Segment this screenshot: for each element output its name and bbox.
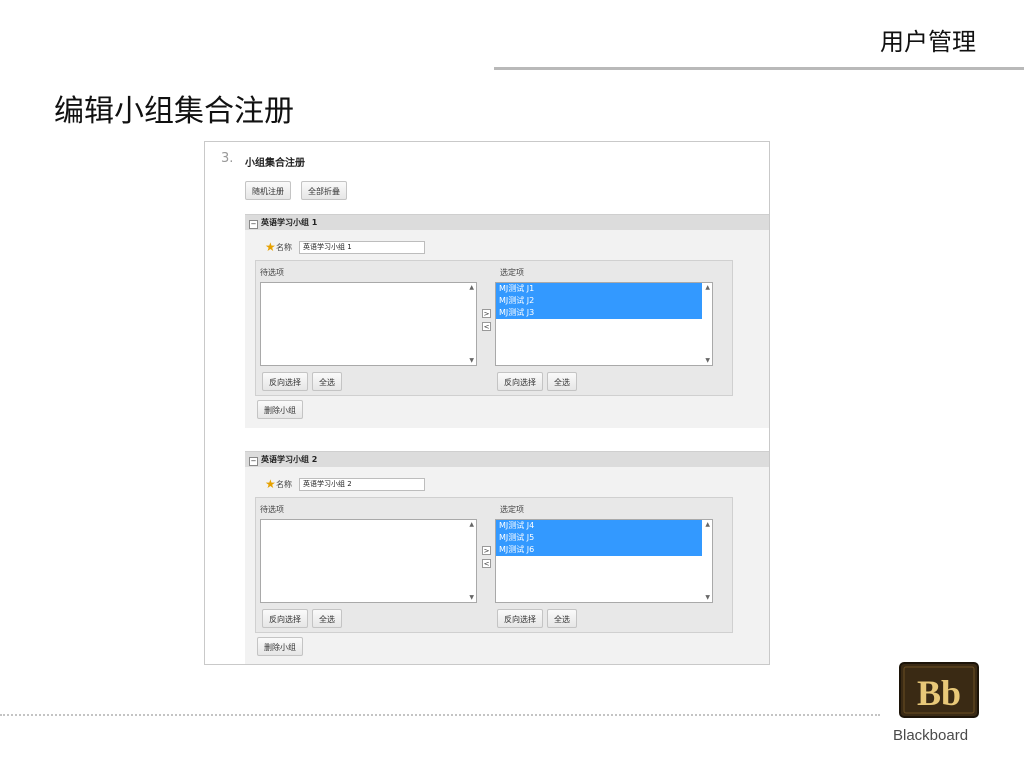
group-2-title: 英语学习小组 2 xyxy=(261,455,318,464)
group-enrollment-panel: 3. 小组集合注册 随机注册 全部折叠 −英语学习小组 1 ★ 名称 待选项 选… xyxy=(204,141,770,665)
slide-header: 用户管理 xyxy=(880,28,976,56)
collapse-all-button[interactable]: 全部折叠 xyxy=(301,181,347,200)
selected-listbox[interactable]: MJ测试 J4 MJ测试 J5 MJ测试 J6 ▲ ▼ xyxy=(495,519,713,603)
group-1-member-picker: 待选项 选定项 ▲ ▼ > < MJ测试 J1 MJ测试 J2 MJ测试 J3 … xyxy=(255,260,733,396)
available-invert-button[interactable]: 反向选择 xyxy=(262,372,308,391)
collapse-toggle-icon[interactable]: − xyxy=(249,220,258,229)
required-star-icon: ★ xyxy=(265,240,276,254)
svg-text:Bb: Bb xyxy=(917,673,961,713)
selected-option[interactable]: MJ测试 J1 xyxy=(496,283,702,295)
delete-group-2-button[interactable]: 删除小组 xyxy=(257,637,303,656)
available-select-all-button[interactable]: 全选 xyxy=(312,609,342,628)
group-2-member-picker: 待选项 选定项 ▲ ▼ > < MJ测试 J4 MJ测试 J5 MJ测试 J6 … xyxy=(255,497,733,633)
available-select-all-button[interactable]: 全选 xyxy=(312,372,342,391)
slide-title: 编辑小组集合注册 xyxy=(54,94,294,129)
available-listbox[interactable]: ▲ ▼ xyxy=(260,282,477,366)
group-2-name-label: 名称 xyxy=(276,480,292,489)
available-label: 待选项 xyxy=(260,505,284,514)
group-2-name-input[interactable] xyxy=(299,478,425,491)
required-star-icon: ★ xyxy=(265,477,276,491)
step-number: 3. xyxy=(221,151,234,166)
header-rule xyxy=(494,67,1024,70)
move-right-button[interactable]: > xyxy=(482,309,491,318)
delete-group-1-button[interactable]: 删除小组 xyxy=(257,400,303,419)
brand-wordmark: Blackboard xyxy=(893,727,969,744)
available-label: 待选项 xyxy=(260,268,284,277)
selected-option[interactable]: MJ测试 J4 xyxy=(496,520,702,532)
blackboard-logo-icon: Bb xyxy=(899,662,979,718)
selected-invert-button[interactable]: 反向选择 xyxy=(497,372,543,391)
available-listbox[interactable]: ▲ ▼ xyxy=(260,519,477,603)
collapse-toggle-icon[interactable]: − xyxy=(249,457,258,466)
group-2-header[interactable]: − 英语学习小组 2 xyxy=(245,451,769,467)
selected-listbox[interactable]: MJ测试 J1 MJ测试 J2 MJ测试 J3 ▲ ▼ xyxy=(495,282,713,366)
selected-option[interactable]: MJ测试 J5 xyxy=(496,532,702,544)
selected-invert-button[interactable]: 反向选择 xyxy=(497,609,543,628)
move-left-button[interactable]: < xyxy=(482,322,491,331)
group-1-name-input[interactable] xyxy=(299,241,425,254)
scroll-up-icon[interactable]: ▲ xyxy=(705,521,710,528)
scroll-up-icon[interactable]: ▲ xyxy=(469,521,474,528)
footer-divider xyxy=(0,714,880,716)
move-left-button[interactable]: < xyxy=(482,559,491,568)
group-1-header[interactable]: − 英语学习小组 1 xyxy=(245,214,769,230)
group-1-title: 英语学习小组 1 xyxy=(261,218,318,227)
scroll-up-icon[interactable]: ▲ xyxy=(705,284,710,291)
selected-select-all-button[interactable]: 全选 xyxy=(547,609,577,628)
group-2-body: ★ 名称 待选项 选定项 ▲ ▼ > < MJ测试 J4 MJ测试 J5 MJ测… xyxy=(245,467,769,664)
random-enroll-button[interactable]: 随机注册 xyxy=(245,181,291,200)
scroll-down-icon[interactable]: ▼ xyxy=(469,594,474,601)
selected-select-all-button[interactable]: 全选 xyxy=(547,372,577,391)
move-right-button[interactable]: > xyxy=(482,546,491,555)
selected-option[interactable]: MJ测试 J6 xyxy=(496,544,702,556)
group-1-name-label: 名称 xyxy=(276,243,292,252)
selected-label: 选定项 xyxy=(500,505,524,514)
step-title: 小组集合注册 xyxy=(245,158,305,169)
scroll-down-icon[interactable]: ▼ xyxy=(705,357,710,364)
available-invert-button[interactable]: 反向选择 xyxy=(262,609,308,628)
group-1-body: ★ 名称 待选项 选定项 ▲ ▼ > < MJ测试 J1 MJ测试 J2 MJ测… xyxy=(245,230,769,428)
selected-option[interactable]: MJ测试 J3 xyxy=(496,307,702,319)
selected-option[interactable]: MJ测试 J2 xyxy=(496,295,702,307)
scroll-down-icon[interactable]: ▼ xyxy=(705,594,710,601)
scroll-up-icon[interactable]: ▲ xyxy=(469,284,474,291)
selected-label: 选定项 xyxy=(500,268,524,277)
scroll-down-icon[interactable]: ▼ xyxy=(469,357,474,364)
